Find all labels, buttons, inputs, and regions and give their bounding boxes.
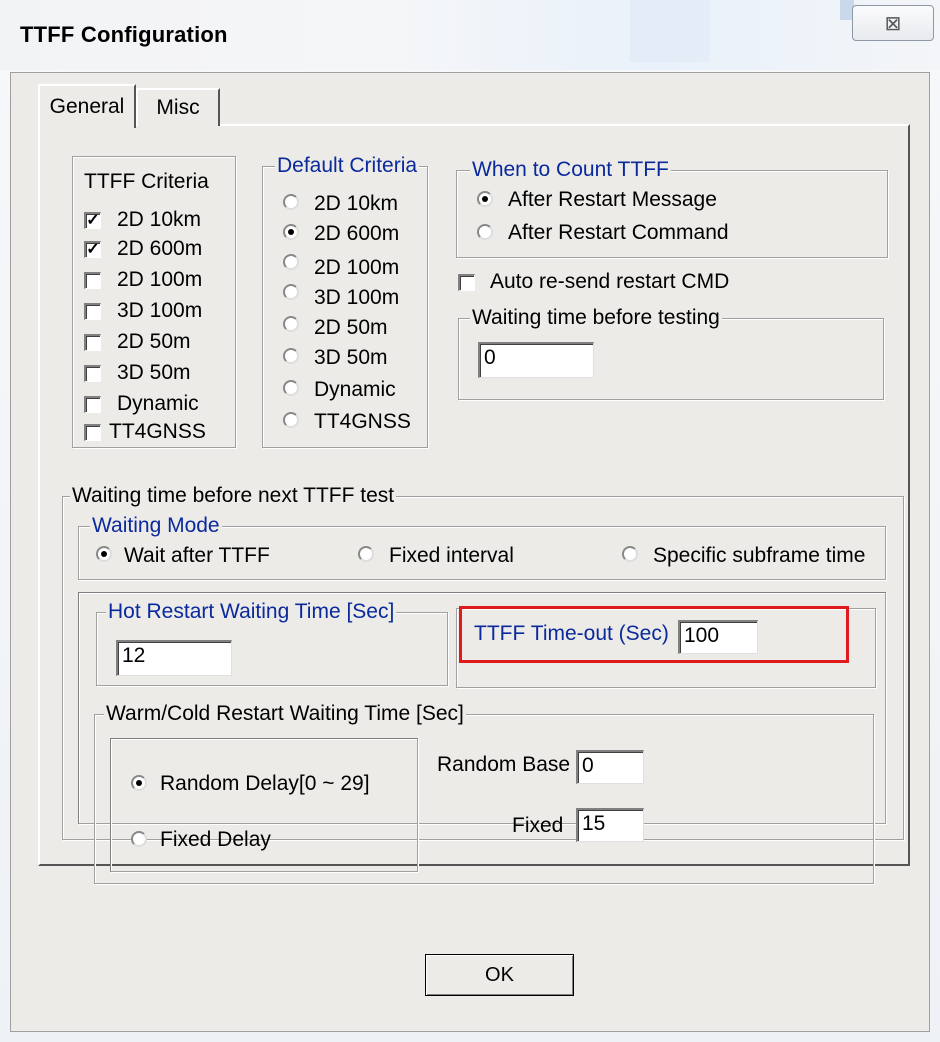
next-test-title: Waiting time before next TTFF test <box>70 484 397 508</box>
background-decoration <box>630 0 710 62</box>
radio-default-3d-100m[interactable] <box>283 284 299 300</box>
fixed-label: Fixed <box>512 814 564 837</box>
radio-label: 2D 10km <box>314 192 399 215</box>
radio-label: 2D 600m <box>314 222 400 245</box>
checkbox-label: 3D 50m <box>117 361 191 384</box>
ttff-criteria-title: TTFF Criteria <box>84 170 209 193</box>
checkbox-ttff-2d-600m[interactable]: ✓ <box>84 241 101 258</box>
radio-label: Fixed Delay <box>160 828 271 851</box>
hot-restart-input[interactable]: 12 <box>116 640 232 676</box>
ttff-timeout-label: TTFF Time-out (Sec) <box>474 622 669 645</box>
checkbox-label: 2D 50m <box>117 330 191 353</box>
radio-default-3d-50m[interactable] <box>283 348 299 364</box>
ok-button-label: OK <box>485 963 514 986</box>
checkbox-label: 2D 100m <box>117 268 203 291</box>
radio-specific-subframe-time[interactable] <box>622 546 638 562</box>
radio-label: 3D 50m <box>314 346 388 369</box>
ok-button[interactable]: OK <box>425 954 574 996</box>
window-title: TTFF Configuration <box>20 22 228 47</box>
ttff-timeout-input[interactable]: 100 <box>678 620 758 654</box>
checkbox-label: 2D 10km <box>117 208 202 231</box>
checkbox-auto-resend[interactable] <box>458 274 475 291</box>
close-icon: ⊠ <box>884 12 902 35</box>
radio-default-2d-100m[interactable] <box>283 254 299 270</box>
default-criteria-title: Default Criteria <box>275 154 420 178</box>
waiting-mode-title: Waiting Mode <box>90 514 222 538</box>
radio-label: 3D 100m <box>314 286 400 309</box>
checkbox-ttff-3d-50m[interactable] <box>84 365 101 382</box>
radio-default-2d-50m[interactable] <box>283 316 299 332</box>
checkbox-ttff-dynamic[interactable] <box>84 396 101 413</box>
radio-label: 2D 50m <box>314 316 388 339</box>
radio-wait-after-ttff[interactable] <box>96 546 112 562</box>
checkbox-ttff-tt4gnss[interactable] <box>84 424 101 441</box>
checkbox-label: 2D 600m <box>117 237 203 260</box>
radio-label: After Restart Message <box>508 188 717 211</box>
radio-label: Dynamic <box>314 378 396 401</box>
radio-label: Random Delay[0 ~ 29] <box>160 772 370 795</box>
radio-default-dynamic[interactable] <box>283 380 299 396</box>
radio-default-tt4gnss[interactable] <box>283 412 299 428</box>
radio-label: Fixed interval <box>389 544 514 567</box>
checkbox-label: 3D 100m <box>117 299 203 322</box>
radio-after-restart-message[interactable] <box>477 191 493 207</box>
checkbox-ttff-2d-100m[interactable] <box>84 272 101 289</box>
radio-default-2d-600m[interactable] <box>283 224 299 240</box>
tab-misc[interactable]: Misc <box>136 88 220 126</box>
radio-label: TT4GNSS <box>314 410 411 433</box>
when-to-count-title: When to Count TTFF <box>470 158 671 182</box>
fixed-input[interactable]: 15 <box>576 808 644 842</box>
radio-random-delay[interactable] <box>131 775 147 791</box>
checkbox-ttff-2d-10km[interactable]: ✓ <box>84 212 101 229</box>
radio-label: 2D 100m <box>314 256 400 279</box>
checkbox-ttff-2d-50m[interactable] <box>84 334 101 351</box>
hot-restart-title: Hot Restart Waiting Time [Sec] <box>106 600 397 624</box>
checkbox-label: Dynamic <box>117 392 199 415</box>
warm-cold-title: Warm/Cold Restart Waiting Time [Sec] <box>104 702 466 726</box>
radio-default-2d-10km[interactable] <box>283 194 299 210</box>
waiting-before-testing-title: Waiting time before testing <box>470 306 722 330</box>
waiting-before-testing-input[interactable]: 0 <box>478 342 594 378</box>
radio-label: Wait after TTFF <box>124 544 270 567</box>
auto-resend-label: Auto re-send restart CMD <box>490 270 730 293</box>
random-base-input[interactable]: 0 <box>576 750 644 784</box>
radio-fixed-delay[interactable] <box>131 831 147 847</box>
random-base-label: Random Base <box>437 753 571 776</box>
tab-misc-label: Misc <box>156 96 200 119</box>
checkbox-ttff-3d-100m[interactable] <box>84 303 101 320</box>
radio-fixed-interval[interactable] <box>358 546 374 562</box>
tab-general-label: General <box>49 95 125 118</box>
ttff-configuration-dialog: TTFF Configuration ⊠ General Misc TTFF C… <box>0 0 940 1042</box>
close-button[interactable]: ⊠ <box>852 5 934 41</box>
checkbox-label: TT4GNSS <box>109 420 206 443</box>
radio-label: After Restart Command <box>508 221 729 244</box>
radio-label: Specific subframe time <box>653 544 866 567</box>
tab-general[interactable]: General <box>38 84 136 128</box>
radio-after-restart-command[interactable] <box>477 224 493 240</box>
